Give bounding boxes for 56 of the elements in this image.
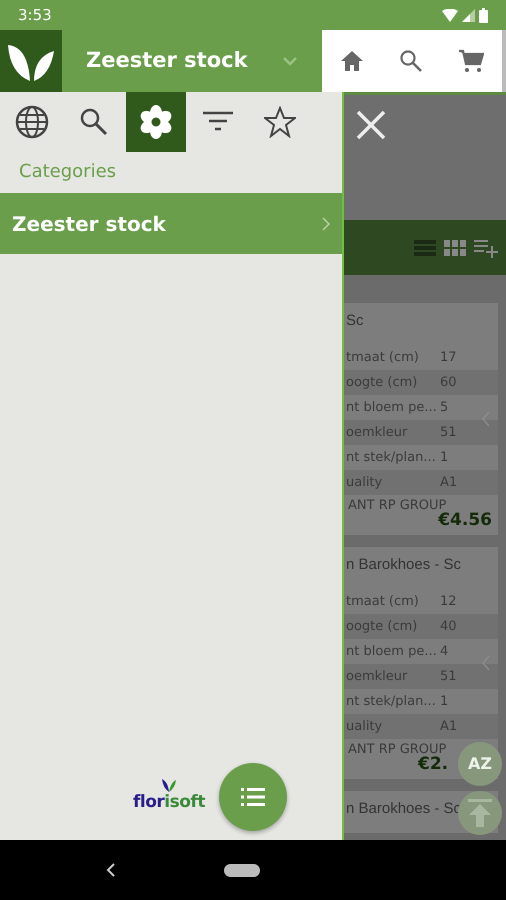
brand-logo: florisoft [133, 791, 205, 814]
supplier-name: ANT RP GROUP [347, 497, 446, 513]
arrow-up-icon [468, 799, 492, 827]
spec-label: oemkleur [346, 424, 408, 442]
battery-icon [479, 8, 488, 22]
add-list-icon[interactable] [474, 238, 498, 258]
list-fab-button[interactable] [219, 763, 287, 831]
spec-value: A1 [440, 718, 458, 736]
spec-label: tmaat (cm) [346, 592, 420, 611]
spec-value: 12 [440, 592, 457, 611]
spec-label: oogte (cm) [346, 618, 418, 636]
product-price: €2. [418, 754, 448, 774]
spec-value: A1 [440, 474, 458, 492]
spec-label: uality [346, 474, 384, 492]
search-icon [79, 107, 109, 137]
spec-label: oogte (cm) [346, 374, 418, 392]
spec-label: nt bloem pe... [346, 642, 438, 661]
product-price: €4.56 [438, 510, 492, 530]
spec-value: 5 [440, 398, 448, 417]
chevron-right-icon [322, 216, 330, 230]
star-icon [264, 106, 296, 138]
spec-label: nt stek/plan... [346, 692, 437, 711]
spec-label: uality [346, 718, 384, 736]
globe-icon [15, 105, 49, 139]
app-title: Zeester stock [86, 47, 249, 74]
product-title: n Barokhoes - Sc [345, 555, 462, 575]
close-icon[interactable] [356, 110, 386, 140]
spec-value: 1 [440, 692, 448, 711]
spec-label: nt stek/plan... [346, 448, 437, 467]
home-pill[interactable] [224, 864, 260, 876]
filter-icon [203, 111, 233, 133]
home-icon[interactable] [340, 50, 364, 72]
section-heading: Categories [18, 160, 118, 184]
drawer-tab[interactable] [126, 92, 186, 152]
back-icon[interactable] [106, 863, 116, 877]
wifi-icon [442, 8, 458, 22]
spec-label: oemkleur [346, 668, 408, 686]
spec-value: 40 [440, 618, 457, 636]
leaf-sprout-icon [161, 778, 177, 792]
grid-view-icon[interactable] [444, 240, 466, 256]
product-title: Sc [345, 311, 364, 331]
search-icon[interactable] [398, 49, 423, 73]
spec-value: 60 [440, 374, 457, 392]
spec-value: 1 [440, 448, 448, 467]
sort-button[interactable]: AZ [458, 742, 502, 786]
flower-icon [139, 105, 173, 139]
signal-icon [462, 8, 475, 22]
spec-value: 17 [440, 348, 457, 367]
status-time: 3:53 [18, 4, 52, 26]
cart-icon[interactable] [458, 49, 484, 73]
spec-value: 4 [440, 642, 448, 661]
supplier-name: ANT RP GROUP [347, 741, 448, 757]
list-icon [241, 787, 265, 807]
category-item[interactable]: Zeester stock [0, 193, 342, 254]
spec-label: tmaat (cm) [346, 348, 420, 367]
spec-label: nt bloem pe... [346, 398, 438, 417]
